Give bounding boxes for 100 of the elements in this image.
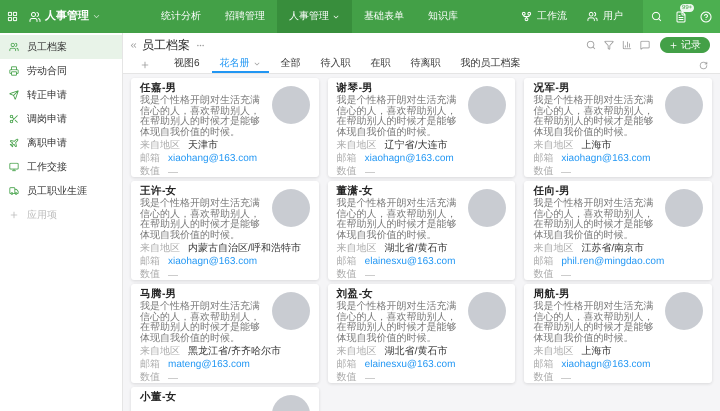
view-tab[interactable]: 全部: [272, 57, 309, 73]
employee-name: 任向-男: [533, 185, 571, 198]
collapse-icon[interactable]: [129, 40, 138, 50]
view-tab[interactable]: 视图6: [166, 57, 208, 73]
employee-description: 我是个性格开朗对生活充满信心的人，喜欢帮助别人，在帮助别人的时候才是能够体现自我价值的时候。: [533, 302, 654, 344]
employee-card[interactable]: 小董-女: [131, 387, 319, 411]
employee-card[interactable]: 刘盈-女 我是个性格开朗对生活充满信心的人，喜欢帮助别人，在帮助别人的时候才是能够体现自我价值的时候。 来自地区 湖北省/黄石市 邮箱 elainesxu@163.com 数值: [328, 284, 516, 383]
view-tab[interactable]: 在职: [362, 57, 399, 73]
avatar: [272, 292, 310, 330]
employee-description: 我是个性格开朗对生活充满信心的人，喜欢帮助别人，在帮助别人的时候才是能够体现自我价值的时候。: [533, 199, 654, 241]
plus-icon: [9, 210, 19, 220]
field-value: xiaohagn@163.com: [364, 153, 454, 165]
employee-card[interactable]: 马腾-男 我是个性格开朗对生活充满信心的人，喜欢帮助别人，在帮助别人的时候才是能够体现自我价值的时候。 来自地区 黑龙江省/齐齐哈尔市 邮箱 mateng@163.com 数值: [131, 284, 319, 383]
field-value: 黑龙江省/齐齐哈尔市: [188, 346, 281, 358]
sidebar-item[interactable]: 员工档案: [0, 35, 122, 59]
avatar: [665, 86, 703, 124]
people-icon: [9, 42, 19, 52]
field-value: elainesxu@163.com: [364, 359, 456, 371]
add-view-icon[interactable]: [140, 60, 150, 70]
comment-icon[interactable]: [640, 40, 650, 50]
people-icon: [587, 11, 598, 22]
help-icon[interactable]: [700, 10, 712, 22]
employee-card[interactable]: 况军-男 我是个性格开朗对生活充满信心的人，喜欢帮助别人，在帮助别人的时候才是能够体现自我价值的时候。 来自地区 上海市 邮箱 xiaohagn@163.com 数值: [524, 78, 712, 177]
employee-description: 我是个性格开朗对生活充满信心的人，喜欢帮助别人，在帮助别人的时候才是能够体现自我价值的时候。: [140, 199, 261, 241]
field-value: 湖北省/黄石市: [384, 346, 448, 358]
employee-name: 谢琴-男: [336, 82, 374, 94]
employee-description: 我是个性格开朗对生活充满信心的人，喜欢帮助别人，在帮助别人的时候才是能够体现自我价值的时候。: [336, 199, 458, 241]
employee-card[interactable]: 谢琴-男 我是个性格开朗对生活充满信心的人，喜欢帮助别人，在帮助别人的时候才是能够体现自我价值的时候。 来自地区 辽宁省/大连市 邮箱 xiaohagn@163.com 数值: [328, 78, 516, 177]
avatar: [665, 189, 703, 227]
employee-description: 我是个性格开朗对生活充满信心的人，喜欢帮助别人，在帮助别人的时候才是能够体现自我价值的时候。: [140, 302, 261, 344]
field-label: 来自地区: [533, 243, 574, 255]
field-label: 数值: [336, 166, 357, 178]
field-label: 邮箱: [533, 153, 554, 165]
avatar: [272, 86, 310, 124]
field-label: 邮箱: [533, 256, 554, 268]
refresh-icon[interactable]: [699, 60, 708, 70]
employee-name: 周航-男: [533, 288, 571, 300]
sidebar-item[interactable]: 员工职业生涯: [0, 179, 122, 203]
field-value: 内蒙古自治区/呼和浩特市: [188, 243, 301, 255]
field-value: elainesxu@163.com: [364, 256, 456, 268]
sidebar-item[interactable]: 转正申请: [0, 83, 122, 107]
employee-description: 我是个性格开朗对生活充满信心的人，喜欢帮助别人，在帮助别人的时候才是能够体现自我价值的时候。: [336, 96, 458, 138]
employee-card[interactable]: 董潇-女 我是个性格开朗对生活充满信心的人，喜欢帮助别人，在帮助别人的时候才是能够体现自我价值的时候。 来自地区 湖北省/黄石市 邮箱 elainesxu@163.com 数值: [328, 181, 516, 280]
employee-name: 任嘉-男: [140, 82, 178, 94]
employee-description: 我是个性格开朗对生活充满信心的人，喜欢帮助别人，在帮助别人的时候才是能够体现自我价值的时候。: [140, 96, 261, 138]
field-label: 来自地区: [140, 140, 180, 152]
bar-chart-icon[interactable]: [622, 40, 632, 50]
view-tab[interactable]: 待离职: [402, 57, 449, 73]
document-icon[interactable]: [675, 10, 687, 22]
employee-name: 王许-女: [140, 185, 178, 198]
field-value: 江苏省/南京市: [581, 243, 644, 255]
field-value: phil.ren@mingdao.com: [561, 256, 664, 268]
employee-description: 我是个性格开朗对生活充满信心的人，喜欢帮助别人，在帮助别人的时候才是能够体现自我价值的时候。: [336, 302, 458, 344]
field-value: mateng@163.com: [168, 359, 250, 371]
employee-name: 况军-男: [533, 82, 571, 94]
avatar: [272, 189, 310, 227]
view-tab[interactable]: 我的员工档案: [452, 57, 529, 73]
avatar: [468, 292, 506, 330]
truck-icon: [9, 186, 19, 196]
view-tab[interactable]: 待入职: [312, 57, 359, 73]
field-value: xiaohagn@163.com: [168, 256, 258, 268]
sidebar-item[interactable]: 劳动合同: [0, 59, 122, 83]
apps-grid-icon[interactable]: [7, 11, 18, 22]
field-value: xiaohagn@163.com: [561, 153, 650, 165]
field-value: 上海市: [581, 346, 612, 358]
employee-card[interactable]: 任向-男 我是个性格开朗对生活充满信心的人，喜欢帮助别人，在帮助别人的时候才是能够体现自我价值的时候。 来自地区 江苏省/南京市 邮箱 phil.ren@mingdao.com 数值: [524, 181, 712, 280]
plane-icon: [9, 138, 19, 148]
field-label: 邮箱: [533, 359, 554, 371]
field-label: 来自地区: [336, 140, 377, 152]
field-label: 数值: [140, 372, 160, 384]
field-value: 天津市: [188, 140, 218, 152]
field-label: 数值: [336, 269, 357, 281]
employee-card[interactable]: 任嘉-男 我是个性格开朗对生活充满信心的人，喜欢帮助别人，在帮助别人的时候才是能够体现自我价值的时候。 来自地区 天津市 邮箱 xiaohang@163.com 数值: [131, 78, 319, 177]
page-title: 员工档案: [142, 37, 190, 54]
field-value: xiaohagn@163.com: [561, 359, 650, 371]
field-label: 数值: [533, 269, 554, 281]
sidebar-item[interactable]: 调岗申请: [0, 107, 122, 131]
employee-card[interactable]: 周航-男 我是个性格开朗对生活充满信心的人，喜欢帮助别人，在帮助别人的时候才是能够体现自我价值的时候。 来自地区 上海市 邮箱 xiaohagn@163.com 数值: [524, 284, 712, 383]
sidebar-item[interactable]: 工作交接: [0, 155, 122, 179]
field-value: 湖北省/黄石市: [384, 243, 448, 255]
people-icon: [29, 10, 41, 22]
filter-icon[interactable]: [604, 40, 614, 50]
nav-tab[interactable]: 人事管理: [277, 0, 352, 33]
employee-card[interactable]: 王许-女 我是个性格开朗对生活充满信心的人，喜欢帮助别人，在帮助别人的时候才是能够体现自我价值的时候。 来自地区 内蒙古自治区/呼和浩特市 邮箱 xiaohagn@163.com 数值: [131, 181, 319, 280]
field-value: 上海市: [581, 140, 612, 152]
avatar: [468, 86, 506, 124]
field-label: 数值: [140, 166, 160, 178]
field-label: 来自地区: [533, 140, 574, 152]
plus-icon: [669, 40, 678, 50]
search-icon[interactable]: [586, 40, 596, 50]
branch-icon: [521, 11, 532, 22]
field-value: xiaohang@163.com: [168, 153, 258, 165]
sidebar-item[interactable]: 离职申请: [0, 131, 122, 155]
employee-name: 马腾-男: [140, 288, 178, 300]
field-label: 邮箱: [336, 153, 357, 165]
field-label: 来自地区: [140, 346, 180, 358]
chevron-down-icon[interactable]: [92, 12, 101, 21]
field-label: 来自地区: [533, 346, 574, 358]
send-icon: [9, 90, 19, 100]
employee-name: 董潇-女: [336, 185, 374, 198]
